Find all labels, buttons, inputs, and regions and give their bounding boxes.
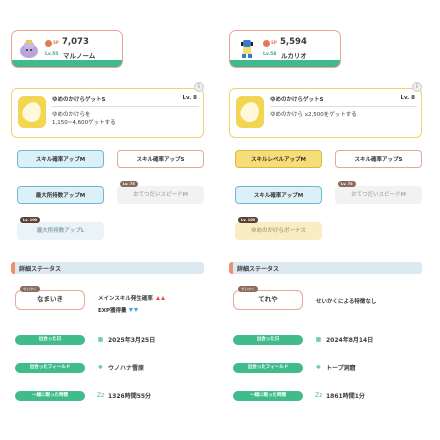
met-date-value: 2024年8月14日 — [326, 337, 374, 344]
sleep-icon: Zz — [315, 392, 323, 399]
field-icon: ❖ — [97, 364, 104, 371]
calendar-icon: ▦ — [97, 336, 104, 343]
nature-tag: せいかく — [20, 286, 40, 292]
subskill-1[interactable]: スキルレベルアップM — [235, 150, 322, 168]
nature-name: なまいき — [37, 295, 63, 303]
nature-down-text: EXP獲得量 — [98, 306, 139, 314]
main-skill-title: ゆめのかけらゲットS — [270, 97, 324, 103]
subskill-4[interactable]: Lv. 75 おてつだいスピードM — [335, 181, 422, 204]
subskill-3[interactable]: 最大所持数アップM — [17, 186, 104, 204]
nature-name: てれや — [258, 295, 278, 303]
met-field-label: 出会ったフィールド — [233, 363, 303, 373]
sleep-time-label: 一緒に眠った時間 — [15, 391, 85, 401]
sleep-time-value: 1861時間1分 — [326, 393, 365, 400]
divider — [270, 106, 417, 107]
main-skill-level: Lv. 8 — [182, 95, 197, 101]
strength-value: 5,594 — [280, 37, 307, 47]
pokemon-header-card[interactable]: SP 5,594 Lv.58 ルカリオ — [229, 30, 341, 68]
pokemon-header-card[interactable]: SP 7,073 Lv.55 マルノーム — [11, 30, 123, 68]
met-field-label: 出会ったフィールド — [15, 363, 85, 373]
main-skill-title: ゆめのかけらゲットS — [52, 97, 106, 103]
sleep-icon: Zz — [97, 392, 105, 399]
subskill-4[interactable]: Lv. 75 おてつだいスピードM — [117, 181, 204, 204]
nature-box[interactable]: せいかく なまいき — [15, 286, 85, 310]
subskill-2[interactable]: スキル確率アップS — [117, 150, 204, 168]
arrow-up-icon — [155, 296, 160, 300]
arrow-down-icon — [129, 308, 134, 312]
main-skill-desc: ゆめのかけら x2,500をゲットする — [270, 112, 357, 118]
main-skill-box[interactable]: i ゆめのかけらゲットS Lv. 8 ゆめのかけらを 1,150~4,600ゲッ… — [11, 82, 204, 138]
strength-icon — [263, 40, 270, 47]
nature-up-text: メインスキル発生確率 — [98, 294, 165, 302]
header-stripe — [12, 60, 122, 67]
dream-shard-icon — [18, 96, 46, 128]
level-badge: Lv. 100 — [20, 217, 41, 223]
met-date-value: 2025年3月25日 — [108, 337, 156, 344]
header-stripe — [230, 60, 340, 67]
nature-tag: せいかく — [238, 286, 258, 292]
met-field-value: トープ洞窟 — [326, 365, 356, 372]
dream-shard-icon — [236, 96, 264, 128]
level-badge: Lv. 75 — [338, 181, 356, 187]
calendar-icon: ▦ — [315, 336, 322, 343]
level-badge: Lv. 75 — [120, 181, 138, 187]
level-badge: Lv. 100 — [238, 217, 259, 223]
main-skill-desc: ゆめのかけらを 1,150~4,600ゲットする — [52, 112, 116, 126]
met-field-value: ウノハナ雪原 — [108, 365, 145, 372]
subskill-2[interactable]: スキル確率アップS — [335, 150, 422, 168]
nature-box[interactable]: せいかく てれや — [233, 286, 303, 310]
sleep-time-label: 一緒に眠った時間 — [233, 391, 303, 401]
sleep-time-value: 1326時間55分 — [108, 393, 152, 400]
pokemon-level: Lv.55 — [45, 52, 59, 57]
pokemon-level: Lv.58 — [263, 52, 277, 57]
divider — [52, 106, 199, 107]
details-header: 詳細ステータス — [11, 262, 204, 274]
details-header: 詳細ステータス — [229, 262, 422, 274]
pokemon-sprite-icon — [20, 40, 38, 58]
nature-neutral-text: せいかくによる特徴なし — [316, 299, 377, 305]
main-skill-level: Lv. 8 — [400, 95, 415, 101]
pokemon-name: マルノーム — [63, 52, 96, 60]
strength-value: 7,073 — [62, 37, 89, 47]
met-date-label: 出会った日 — [15, 335, 85, 345]
info-icon[interactable]: i — [412, 82, 422, 92]
strength-label: SP — [53, 40, 59, 45]
subskill-5[interactable]: Lv. 100 ゆめのかけらボーナス — [235, 217, 322, 240]
main-skill-box[interactable]: i ゆめのかけらゲットS Lv. 8 ゆめのかけら x2,500をゲットする — [229, 82, 422, 138]
strength-icon — [45, 40, 52, 47]
field-icon: ❖ — [315, 364, 322, 371]
strength-label: SP — [271, 40, 277, 45]
subskill-5[interactable]: Lv. 100 最大所持数アップL — [17, 217, 104, 240]
met-date-label: 出会った日 — [233, 335, 303, 345]
info-icon[interactable]: i — [194, 82, 204, 92]
subskill-3[interactable]: スキル確率アップM — [235, 186, 322, 204]
pokemon-name: ルカリオ — [281, 52, 307, 60]
pokemon-sprite-icon — [241, 40, 253, 58]
subskill-1[interactable]: スキル確率アップM — [17, 150, 104, 168]
